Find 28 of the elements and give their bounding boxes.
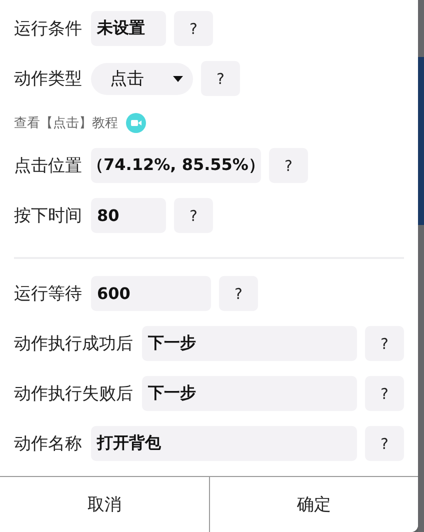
- tutorial-link[interactable]: 查看【点击】教程: [14, 114, 118, 132]
- help-button[interactable]: ?: [174, 11, 213, 46]
- help-button[interactable]: ?: [201, 61, 240, 96]
- video-icon[interactable]: [126, 113, 146, 133]
- action-type-dropdown[interactable]: 点击: [91, 62, 193, 94]
- input-field[interactable]: 打开背包: [91, 426, 357, 461]
- help-button[interactable]: ?: [219, 276, 258, 311]
- help-button[interactable]: ?: [269, 148, 308, 183]
- help-button[interactable]: ?: [174, 198, 213, 233]
- input-field[interactable]: 未设置: [91, 11, 166, 46]
- confirm-button[interactable]: 确定: [208, 477, 418, 532]
- input-field[interactable]: 下一步: [142, 376, 357, 411]
- help-button[interactable]: ?: [365, 426, 404, 461]
- field-label: 动作类型: [14, 68, 82, 90]
- field-label: 动作名称: [14, 433, 82, 455]
- field-label: 运行等待: [14, 283, 82, 305]
- field-label: 点击位置: [14, 155, 82, 177]
- input-field[interactable]: 下一步: [142, 326, 357, 361]
- input-field[interactable]: 80: [91, 198, 166, 233]
- field-label: 动作执行成功后: [14, 333, 133, 355]
- input-field[interactable]: （74.12%, 85.55%）: [91, 148, 261, 183]
- input-field[interactable]: 600: [91, 276, 211, 311]
- help-button[interactable]: ?: [365, 376, 404, 411]
- field-label: 动作执行失败后: [14, 383, 133, 405]
- help-button[interactable]: ?: [365, 326, 404, 361]
- field-label: 运行条件: [14, 18, 82, 40]
- caret-icon: [173, 76, 183, 82]
- field-label: 按下时间: [14, 205, 82, 227]
